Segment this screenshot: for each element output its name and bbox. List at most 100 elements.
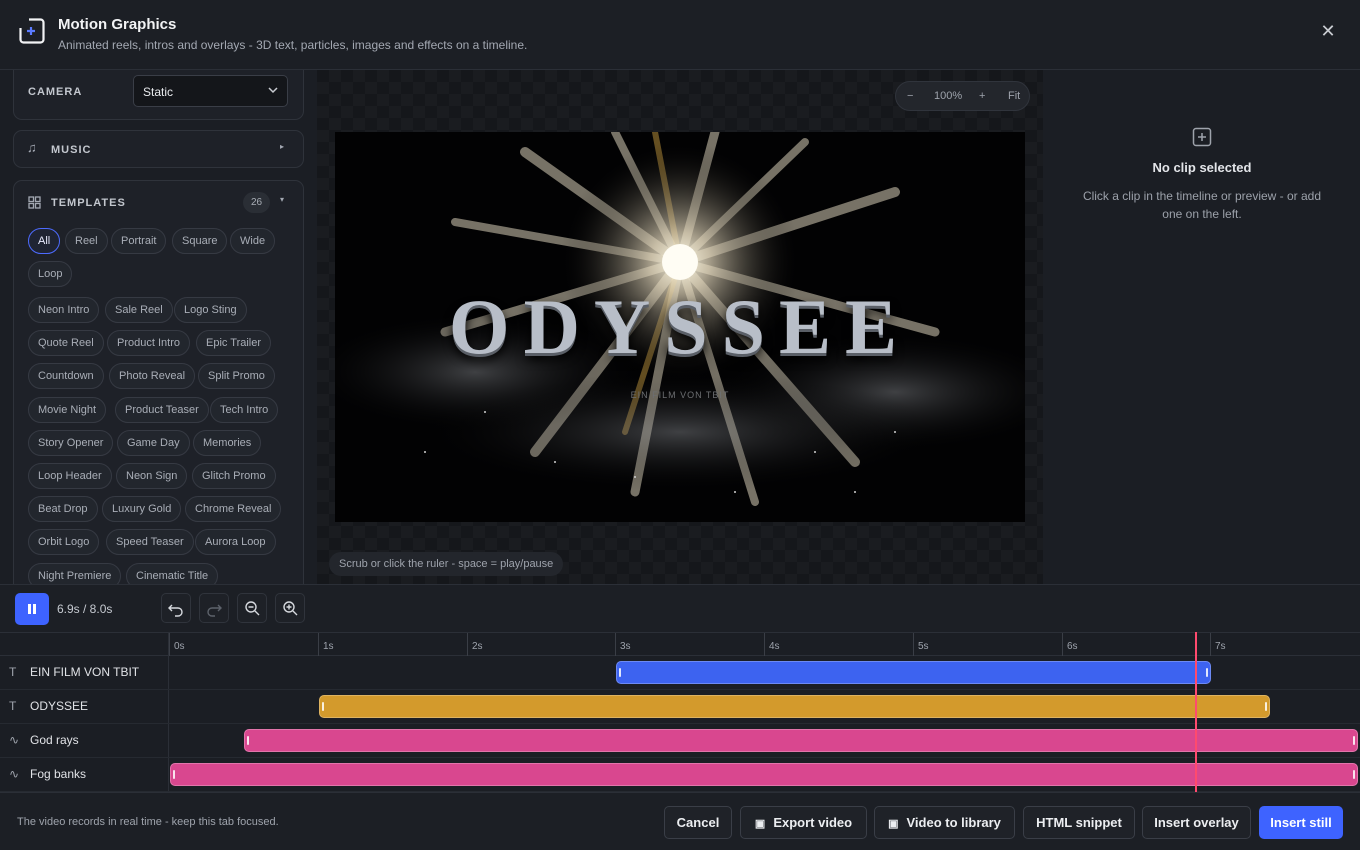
timeline-clip[interactable]: [170, 763, 1358, 786]
template-chip[interactable]: Quote Reel: [28, 330, 104, 356]
template-chip[interactable]: Countdown: [28, 363, 104, 389]
templates-count-badge: 26: [243, 192, 270, 213]
filter-chip-square[interactable]: Square: [172, 228, 228, 254]
timeline-toolbar: 6.9s / 8.0s: [0, 584, 1360, 632]
template-chip[interactable]: Epic Trailer: [196, 330, 272, 356]
filter-chip-all[interactable]: All: [28, 228, 61, 254]
ruler-tick: 7s: [1210, 633, 1226, 656]
dialog-footer: The video records in real time - keep th…: [0, 792, 1360, 850]
template-chip[interactable]: Photo Reveal: [109, 363, 196, 389]
music-card[interactable]: ♫ MUSIC ▸: [13, 130, 304, 168]
clip-handle-left[interactable]: [619, 668, 622, 677]
template-chip[interactable]: Glitch Promo: [192, 463, 276, 489]
clip-handle-right[interactable]: [1352, 736, 1355, 745]
template-chip[interactable]: Movie Night: [28, 397, 107, 423]
timeline-clip[interactable]: [616, 661, 1211, 684]
template-chip[interactable]: Logo Sting: [174, 297, 247, 323]
template-chip[interactable]: Beat Drop: [28, 496, 98, 522]
video-to-library-label: Video to library: [906, 815, 1001, 830]
insert-overlay-button[interactable]: Insert overlay: [1142, 806, 1251, 839]
zoom-fit-button[interactable]: Fit: [1008, 90, 1020, 102]
clip-handle-left[interactable]: [247, 736, 250, 745]
insert-still-button[interactable]: Insert still: [1259, 806, 1343, 839]
template-chip[interactable]: Speed Teaser: [106, 529, 194, 555]
clip-handle-left[interactable]: [173, 770, 175, 779]
clip-handle-right[interactable]: [1205, 668, 1208, 677]
preview-area[interactable]: − 100% + Fit ODYSSEE EIN FILM VON TBIT S…: [317, 70, 1043, 584]
template-chip[interactable]: Story Opener: [28, 430, 114, 456]
camera-card: CAMERA Static: [13, 70, 304, 120]
track-label[interactable]: ∿ God rays: [0, 724, 169, 757]
zoom-controls: − 100% + Fit: [895, 81, 1030, 111]
camera-select[interactable]: Static: [133, 75, 288, 107]
clip-handle-right[interactable]: [1353, 770, 1355, 779]
filter-chip-portrait[interactable]: Portrait: [111, 228, 167, 254]
ruler-tick: 0s: [169, 633, 185, 656]
music-label: MUSIC: [51, 144, 92, 156]
template-chip[interactable]: Neon Intro: [28, 297, 100, 323]
template-chip[interactable]: Orbit Logo: [28, 529, 100, 555]
timeline-ruler[interactable]: 0s 1s 2s 3s 4s 5s 6s 7s: [0, 632, 1360, 656]
cancel-button[interactable]: Cancel: [664, 806, 732, 839]
ruler-tick: 2s: [467, 633, 483, 656]
text-icon: T: [9, 699, 17, 713]
template-chip[interactable]: Game Day: [117, 430, 190, 456]
timeline-zoom-in-button[interactable]: [275, 593, 305, 623]
redo-button[interactable]: [199, 593, 229, 623]
timeline-clip[interactable]: [244, 729, 1358, 752]
track-name: EIN FILM VON TBIT: [30, 665, 140, 679]
html-snippet-button[interactable]: HTML snippet: [1023, 806, 1135, 839]
playhead[interactable]: [1194, 632, 1197, 792]
ruler-tick: 3s: [615, 633, 631, 656]
ruler-tick: 4s: [764, 633, 780, 656]
preview-hint: Scrub or click the ruler - space = play/…: [329, 552, 564, 576]
video-to-library-button[interactable]: ▣ Video to library: [874, 806, 1015, 839]
template-chip[interactable]: Split Promo: [198, 363, 275, 389]
pause-button[interactable]: [15, 593, 49, 625]
filter-chip-reel[interactable]: Reel: [65, 228, 108, 254]
camera-select-value: Static: [143, 85, 174, 99]
text-icon: T: [9, 665, 17, 679]
effect-icon: ∿: [9, 767, 20, 781]
template-chip[interactable]: Tech Intro: [210, 397, 279, 423]
export-video-button[interactable]: ▣ Export video: [740, 806, 867, 839]
filter-chip-wide[interactable]: Wide: [230, 228, 276, 254]
template-chip[interactable]: Memories: [193, 430, 262, 456]
undo-button[interactable]: [161, 593, 191, 623]
track-row: T EIN FILM VON TBIT: [0, 656, 1360, 690]
track-label[interactable]: T ODYSSEE: [0, 690, 169, 723]
clip-handle-left[interactable]: [321, 702, 324, 711]
template-chip[interactable]: Loop Header: [28, 463, 112, 489]
left-panel: CAMERA Static ♫ MUSIC ▸ TEMPLATES 26 ▾ A…: [0, 70, 316, 584]
filter-chip-loop[interactable]: Loop: [28, 261, 73, 287]
motion-graphics-logo-icon: [19, 18, 45, 44]
zoom-in-button[interactable]: +: [979, 90, 985, 102]
dialog-subtitle: Animated reels, intros and overlays - 3D…: [58, 38, 528, 52]
track-row: T ODYSSEE: [0, 690, 1360, 724]
canvas-title-text: ODYSSEE: [448, 283, 912, 370]
track-label[interactable]: ∿ Fog banks: [0, 758, 169, 791]
film-icon: ▣: [888, 818, 899, 830]
preview-canvas[interactable]: ODYSSEE EIN FILM VON TBIT: [335, 132, 1025, 522]
timeline-clip[interactable]: [318, 695, 1271, 718]
template-chip[interactable]: Neon Sign: [116, 463, 188, 489]
timeline-zoom-out-button[interactable]: [237, 593, 267, 623]
close-icon[interactable]: ✕: [1316, 22, 1340, 42]
inspector-title: No clip selected: [1152, 160, 1252, 175]
track-label[interactable]: T EIN FILM VON TBIT: [0, 656, 169, 689]
dialog-header: Motion Graphics Animated reels, intros a…: [0, 0, 1360, 70]
template-chip[interactable]: Product Teaser: [115, 397, 209, 423]
clip-handle-right[interactable]: [1265, 702, 1268, 711]
zoom-level: 100%: [934, 90, 963, 102]
template-chip[interactable]: Chrome Reveal: [185, 496, 282, 522]
template-chip[interactable]: Product Intro: [107, 330, 190, 356]
template-chip[interactable]: Night Premiere: [28, 563, 122, 584]
template-chip[interactable]: Luxury Gold: [102, 496, 182, 522]
music-icon: ♫: [27, 140, 37, 155]
pause-icon: [28, 604, 36, 614]
template-chip[interactable]: Sale Reel: [105, 297, 173, 323]
template-chip[interactable]: Cinematic Title: [126, 563, 219, 584]
template-chip[interactable]: Aurora Loop: [195, 529, 276, 555]
chevron-down-icon: [268, 87, 278, 94]
zoom-out-button[interactable]: −: [907, 90, 913, 102]
